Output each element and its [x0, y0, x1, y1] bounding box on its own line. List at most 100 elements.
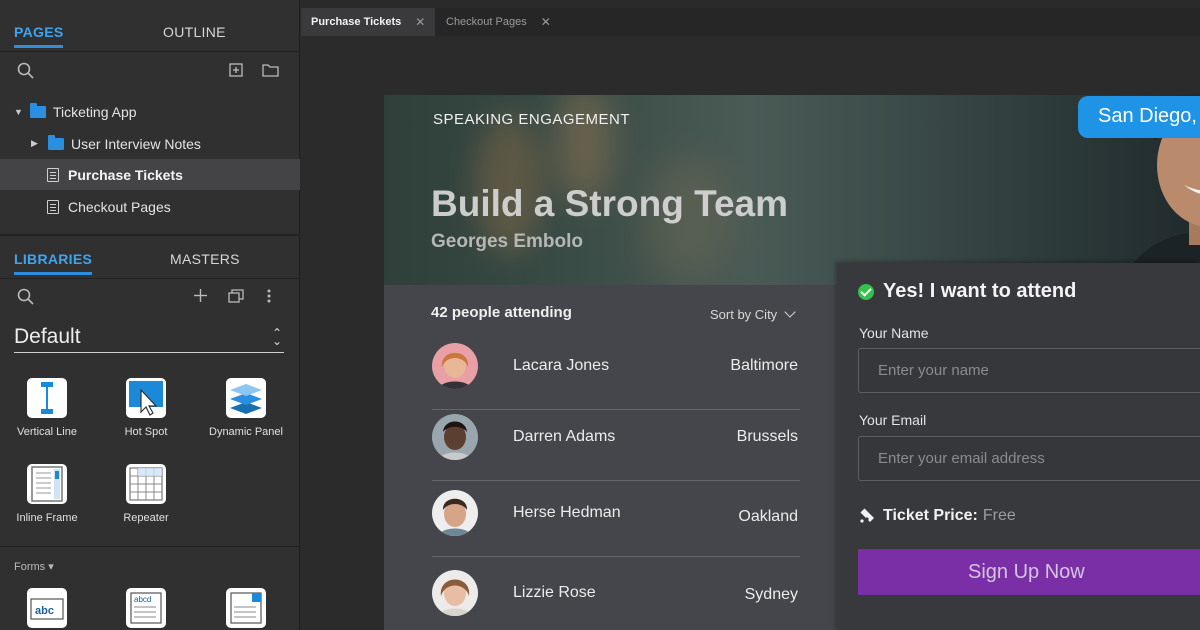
page-icon [47, 199, 59, 214]
email-input[interactable] [858, 436, 1200, 481]
rsvp-heading: Yes! I want to attend [858, 280, 1076, 303]
hot-spot-icon [126, 378, 166, 418]
caret-down-icon[interactable]: ▼ [14, 107, 24, 117]
library-select-value: Default [14, 325, 81, 348]
vertical-line-icon [27, 378, 67, 418]
folder-icon [48, 134, 64, 150]
tab-masters[interactable]: MASTERS [170, 251, 240, 267]
row-divider [432, 480, 800, 481]
attendee-name: Lacara Jones [513, 357, 610, 374]
widget-text-field[interactable]: abc [0, 588, 95, 630]
forms-category-label[interactable]: Forms ▾ [14, 560, 54, 573]
avatar [432, 414, 478, 460]
tab-outline[interactable]: OUTLINE [163, 24, 226, 40]
svg-text:abcd: abcd [134, 595, 151, 604]
ticket-price-value: Free [982, 507, 1016, 524]
ticket-icon [860, 508, 874, 523]
check-circle-icon [858, 283, 874, 300]
caret-right-icon[interactable]: ▶ [31, 138, 41, 149]
inline-frame-icon [27, 464, 67, 504]
tab-purchase-tickets[interactable]: Purchase Tickets ✕ [301, 8, 435, 36]
search-icon[interactable] [17, 288, 35, 306]
ticket-price: Ticket Price: Free [859, 507, 1016, 525]
more-options-icon[interactable] [267, 289, 271, 303]
tree-item-label: Purchase Tickets [68, 166, 183, 183]
row-divider [432, 409, 800, 410]
droplist-icon [226, 588, 266, 628]
widget-droplist[interactable] [198, 588, 294, 630]
tab-libraries[interactable]: LIBRARIES [14, 251, 93, 275]
widget-hot-spot[interactable]: Hot Spot [98, 378, 194, 438]
duplicate-icon[interactable] [228, 289, 244, 303]
chevron-down-icon [784, 306, 796, 318]
search-icon[interactable] [17, 62, 35, 80]
text-field-icon: abc [27, 588, 67, 628]
tab-label: Purchase Tickets [311, 16, 402, 28]
widget-repeater[interactable]: Repeater [98, 464, 194, 524]
add-folder-icon[interactable] [262, 63, 279, 77]
widget-label: Repeater [123, 512, 169, 524]
attendee-row[interactable]: Lacara Jones Baltimore [432, 343, 800, 419]
event-title: Build a Strong Team [431, 183, 789, 224]
close-icon[interactable]: ✕ [415, 15, 425, 29]
rsvp-heading-text: Yes! I want to attend [883, 280, 1077, 302]
widget-label: Dynamic Panel [209, 426, 283, 438]
attendee-row[interactable]: Lizzie Rose Sydney [432, 570, 800, 630]
avatar [432, 490, 478, 536]
speaker-name: Georges Embolo [431, 231, 584, 252]
tree-item-purchase-tickets[interactable]: Purchase Tickets [0, 159, 300, 190]
pages-toolbar [0, 51, 300, 87]
row-divider [432, 556, 800, 557]
attendee-city: Brussels [736, 428, 798, 445]
pages-panel-tabs: PAGES OUTLINE [0, 10, 300, 54]
text-area-icon: abcd [126, 588, 166, 628]
folder-icon [30, 102, 46, 118]
tree-item-label: Ticketing App [53, 103, 137, 120]
library-select[interactable]: Default ⌃ ⌄ [14, 325, 284, 353]
widget-label: Inline Frame [16, 512, 78, 524]
city-badge: San Diego, [1078, 96, 1200, 138]
tree-item-checkout-pages[interactable]: Checkout Pages [0, 191, 300, 222]
tab-pages[interactable]: PAGES [14, 24, 64, 48]
svg-text:abc: abc [35, 605, 54, 617]
add-library-icon[interactable] [194, 289, 207, 302]
left-sidebar: PAGES OUTLINE ▼ Ticketing App ▶ User Int… [0, 0, 300, 630]
attendee-row[interactable]: Herse Hedman Oakland [432, 490, 800, 566]
add-page-icon[interactable] [229, 63, 243, 77]
tree-item-user-interview-notes[interactable]: ▶ User Interview Notes [0, 128, 300, 159]
avatar [432, 343, 478, 389]
name-field-label: Your Name [859, 325, 929, 341]
close-icon[interactable]: ✕ [541, 15, 551, 29]
attendee-name: Lizzie Rose [513, 584, 596, 601]
dynamic-panel-icon [226, 378, 266, 418]
widget-inline-frame[interactable]: Inline Frame [0, 464, 95, 524]
attendee-row[interactable]: Darren Adams Brussels [432, 414, 800, 490]
widget-text-area[interactable]: abcd [98, 588, 194, 630]
tree-item-label: User Interview Notes [71, 135, 201, 152]
tree-item-ticketing-app[interactable]: ▼ Ticketing App [0, 96, 300, 127]
event-type-label: SPEAKING ENGAGEMENT [433, 111, 631, 128]
app-window: PAGES OUTLINE ▼ Ticketing App ▶ User Int… [0, 0, 1200, 630]
tab-libraries-label: LIBRARIES [14, 251, 93, 267]
sort-dropdown[interactable]: Sort by City [710, 306, 796, 322]
sign-up-button[interactable]: Sign Up Now [858, 549, 1200, 595]
repeater-icon [126, 464, 166, 504]
tab-checkout-pages[interactable]: Checkout Pages ✕ [436, 8, 561, 36]
email-field-label: Your Email [859, 412, 927, 428]
attendee-count: 42 people attending [431, 304, 572, 321]
section-divider [0, 546, 300, 547]
widget-label: Hot Spot [124, 426, 168, 438]
name-input[interactable] [858, 348, 1200, 393]
tab-masters-label: MASTERS [170, 251, 240, 267]
active-tab-indicator [14, 272, 93, 275]
widget-vertical-line[interactable]: Vertical Line [0, 378, 95, 438]
attendee-name: Darren Adams [513, 428, 616, 445]
sort-label: Sort by City [710, 307, 778, 322]
attendee-name: Herse Hedman [513, 504, 621, 521]
attendee-city: Oakland [738, 508, 798, 525]
widget-label: Vertical Line [17, 426, 77, 438]
tab-label: Checkout Pages [446, 16, 527, 28]
ticket-price-label: Ticket Price: [883, 507, 978, 524]
widget-dynamic-panel[interactable]: Dynamic Panel [198, 378, 294, 438]
libraries-panel-tabs: LIBRARIES MASTERS [0, 236, 300, 280]
